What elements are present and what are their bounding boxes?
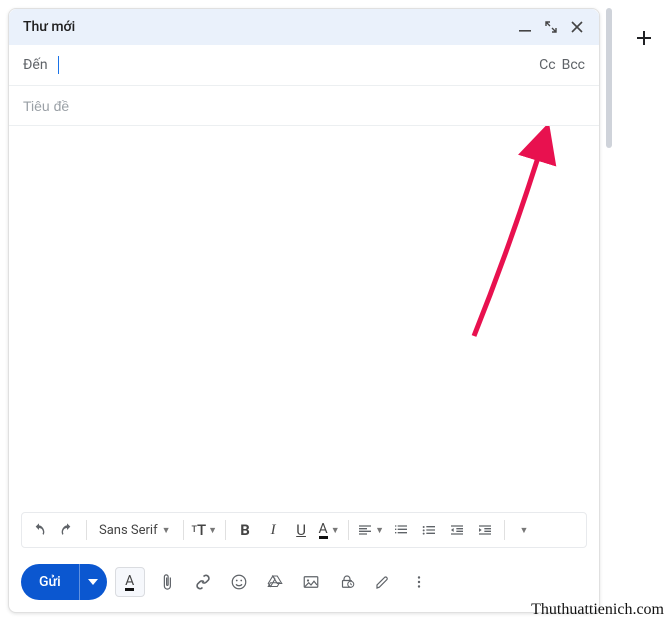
- drive-icon[interactable]: [261, 568, 289, 596]
- text-color-icon[interactable]: A▼: [318, 517, 340, 543]
- scrollbar-thumb[interactable]: [606, 8, 612, 148]
- cc-button[interactable]: Cc: [539, 57, 555, 73]
- font-size-icon[interactable]: TT▼: [192, 517, 218, 543]
- message-body[interactable]: [9, 126, 599, 512]
- recipients-row: Đến Cc Bcc: [9, 45, 599, 86]
- plus-icon[interactable]: [634, 28, 654, 52]
- italic-icon[interactable]: I: [262, 517, 284, 543]
- compose-window: Thư mới Đến Cc Bcc: [8, 8, 600, 613]
- undo-icon[interactable]: [28, 517, 50, 543]
- bulleted-list-icon[interactable]: [418, 517, 440, 543]
- separator: [86, 520, 87, 540]
- overflow-icon[interactable]: [405, 568, 433, 596]
- minimize-icon[interactable]: [517, 19, 533, 35]
- font-family-select[interactable]: Sans Serif ▼: [95, 523, 175, 538]
- expand-icon[interactable]: [543, 19, 559, 35]
- emoji-icon[interactable]: [225, 568, 253, 596]
- image-icon[interactable]: [297, 568, 325, 596]
- signature-icon[interactable]: [369, 568, 397, 596]
- cc-bcc-controls: Cc Bcc: [539, 57, 585, 73]
- chevron-down-icon: ▼: [162, 525, 171, 536]
- separator: [183, 520, 184, 540]
- subject-input[interactable]: [23, 98, 585, 114]
- link-icon[interactable]: [189, 568, 217, 596]
- redo-icon[interactable]: [56, 517, 78, 543]
- numbered-list-icon[interactable]: [390, 517, 412, 543]
- font-family-label: Sans Serif: [99, 523, 158, 538]
- send-button[interactable]: Gửi: [21, 564, 79, 600]
- watermark-text: Thuthuattienich.com: [531, 601, 664, 619]
- send-button-group: Gửi: [21, 564, 107, 600]
- compose-title: Thư mới: [23, 19, 75, 35]
- more-icon[interactable]: ▼: [513, 517, 535, 543]
- to-input-wrap[interactable]: [58, 55, 540, 75]
- subject-row: [9, 86, 599, 126]
- to-input[interactable]: [59, 55, 540, 75]
- window-controls: [517, 19, 585, 35]
- format-toggle-icon[interactable]: A: [115, 567, 145, 597]
- bold-icon[interactable]: B: [234, 517, 256, 543]
- confidential-icon[interactable]: [333, 568, 361, 596]
- bottom-bar: Gửi A: [9, 556, 599, 612]
- align-icon[interactable]: ▼: [357, 517, 384, 543]
- annotation-arrow: [414, 126, 574, 356]
- separator: [348, 520, 349, 540]
- send-options-button[interactable]: [79, 564, 107, 600]
- indent-increase-icon[interactable]: [474, 517, 496, 543]
- separator: [504, 520, 505, 540]
- bcc-button[interactable]: Bcc: [562, 57, 585, 73]
- close-icon[interactable]: [569, 19, 585, 35]
- underline-icon[interactable]: U: [290, 517, 312, 543]
- formatting-toolbar: Sans Serif ▼ TT▼ B I U A▼ ▼ ▼: [21, 512, 587, 548]
- compose-header: Thư mới: [9, 9, 599, 45]
- to-label: Đến: [23, 57, 48, 73]
- attach-icon[interactable]: [153, 568, 181, 596]
- separator: [225, 520, 226, 540]
- indent-decrease-icon[interactable]: [446, 517, 468, 543]
